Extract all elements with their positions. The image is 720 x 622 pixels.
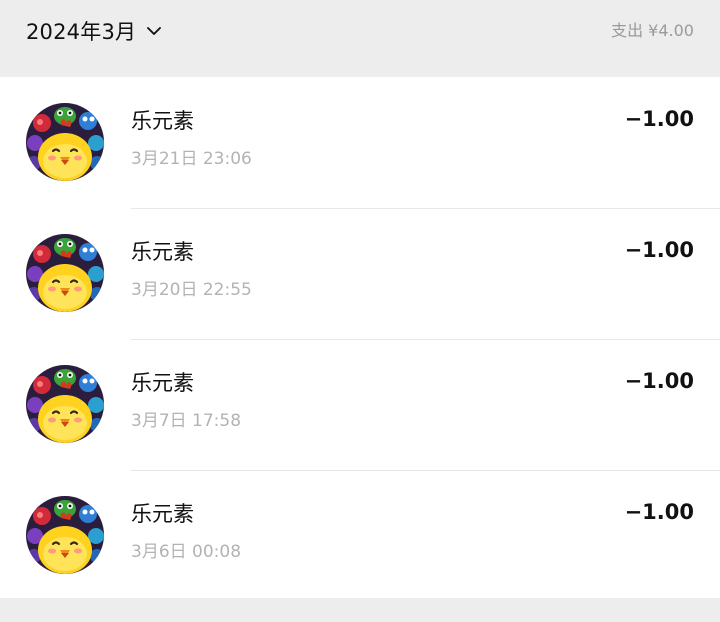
merchant-avatar-icon (26, 496, 104, 574)
transaction-row[interactable]: 乐元素 3月6日 00:08 −1.00 (0, 470, 720, 601)
transaction-amount: −1.00 (624, 107, 694, 131)
month-label: 2024年3月 (26, 20, 137, 44)
transaction-time: 3月6日 00:08 (131, 542, 242, 562)
merchant-avatar-icon (26, 103, 104, 181)
transaction-row[interactable]: 乐元素 3月21日 23:06 −1.00 (0, 77, 720, 209)
merchant-name: 乐元素 (131, 109, 194, 133)
transaction-list: 乐元素 3月21日 23:06 −1.00 乐元素 3月20日 22:55 −1… (0, 77, 720, 598)
transaction-time: 3月21日 23:06 (131, 149, 252, 169)
month-picker[interactable]: 2024年3月 (26, 16, 163, 46)
transaction-amount: −1.00 (624, 500, 694, 524)
expense-summary: 支出 ¥4.00 (611, 21, 694, 40)
merchant-avatar-icon (26, 365, 104, 443)
transaction-time: 3月7日 17:58 (131, 411, 242, 431)
transaction-time: 3月20日 22:55 (131, 280, 252, 300)
chevron-down-icon (145, 22, 163, 40)
merchant-name: 乐元素 (131, 502, 194, 526)
transaction-row[interactable]: 乐元素 3月7日 17:58 −1.00 (0, 339, 720, 471)
transaction-row[interactable]: 乐元素 3月20日 22:55 −1.00 (0, 208, 720, 340)
merchant-avatar-icon (26, 234, 104, 312)
bill-header: 2024年3月 支出 ¥4.00 (0, 0, 720, 77)
transaction-amount: −1.00 (624, 238, 694, 262)
merchant-name: 乐元素 (131, 240, 194, 264)
merchant-name: 乐元素 (131, 371, 194, 395)
transaction-amount: −1.00 (624, 369, 694, 393)
